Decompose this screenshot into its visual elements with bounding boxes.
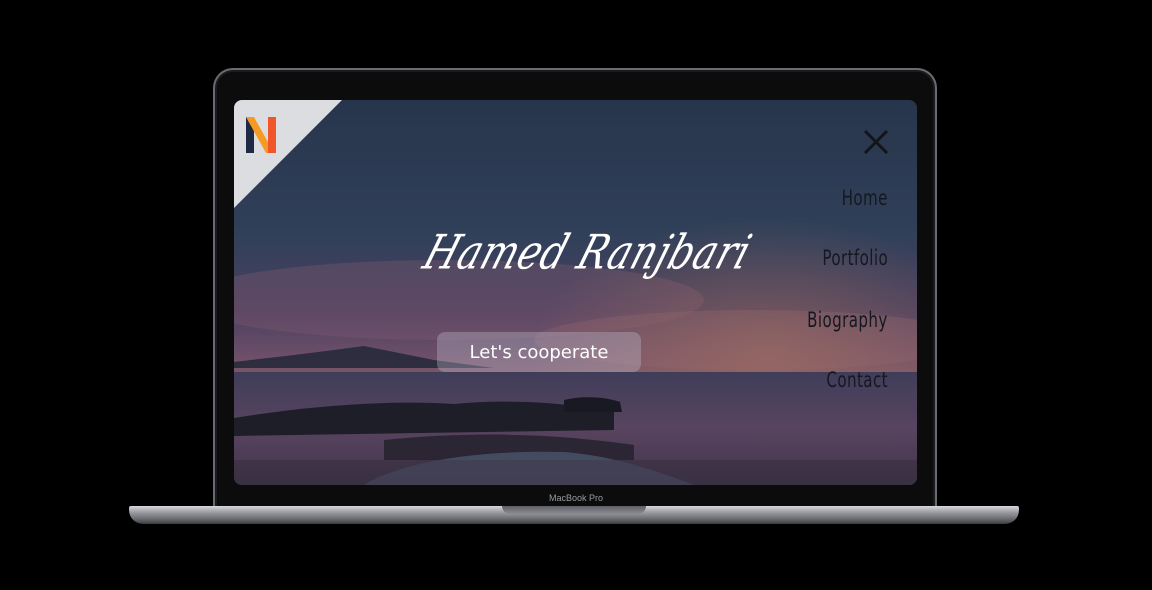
close-icon[interactable]	[861, 127, 891, 157]
nav-contact[interactable]: Contact	[826, 368, 888, 392]
nav-biography[interactable]: Biography	[807, 308, 888, 332]
cooperate-button-label: Let's cooperate	[469, 341, 609, 363]
nav-portfolio[interactable]: Portfolio	[822, 246, 888, 270]
cooperate-button[interactable]: Let's cooperate	[437, 332, 641, 372]
website-screen: Home Portfolio Biography Contact Hamed R…	[234, 100, 917, 485]
nav-home[interactable]: Home	[842, 186, 888, 210]
laptop-hinge-notch	[502, 506, 646, 514]
signature-block: Hamed Ranjbari	[417, 206, 758, 306]
device-model-label: MacBook Pro	[548, 493, 604, 503]
stage: Home Portfolio Biography Contact Hamed R…	[0, 0, 1152, 590]
signature-name: Hamed Ranjbari	[417, 224, 759, 280]
n-logo-icon[interactable]	[244, 115, 278, 155]
